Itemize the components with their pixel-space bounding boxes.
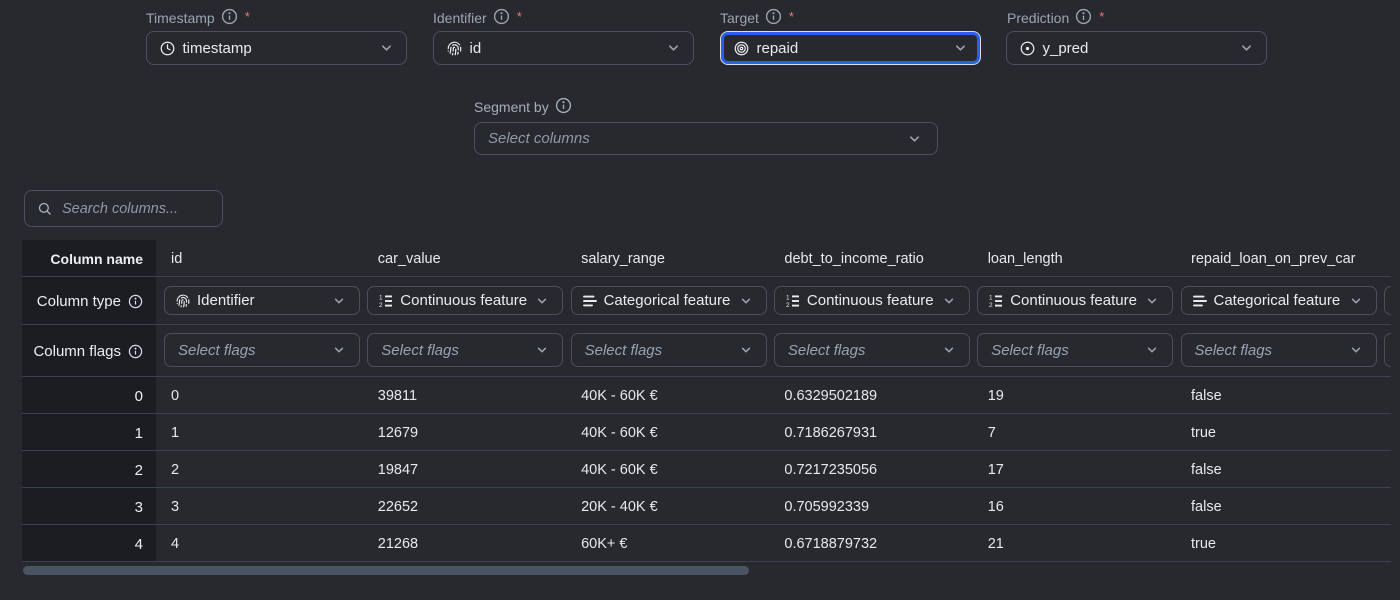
svg-text:1: 1 (786, 294, 790, 301)
svg-text:2: 2 (379, 302, 383, 308)
svg-text:1: 1 (379, 294, 383, 301)
svg-text:2: 2 (989, 302, 993, 308)
svg-text:1: 1 (989, 294, 993, 301)
svg-text:2: 2 (786, 302, 790, 308)
